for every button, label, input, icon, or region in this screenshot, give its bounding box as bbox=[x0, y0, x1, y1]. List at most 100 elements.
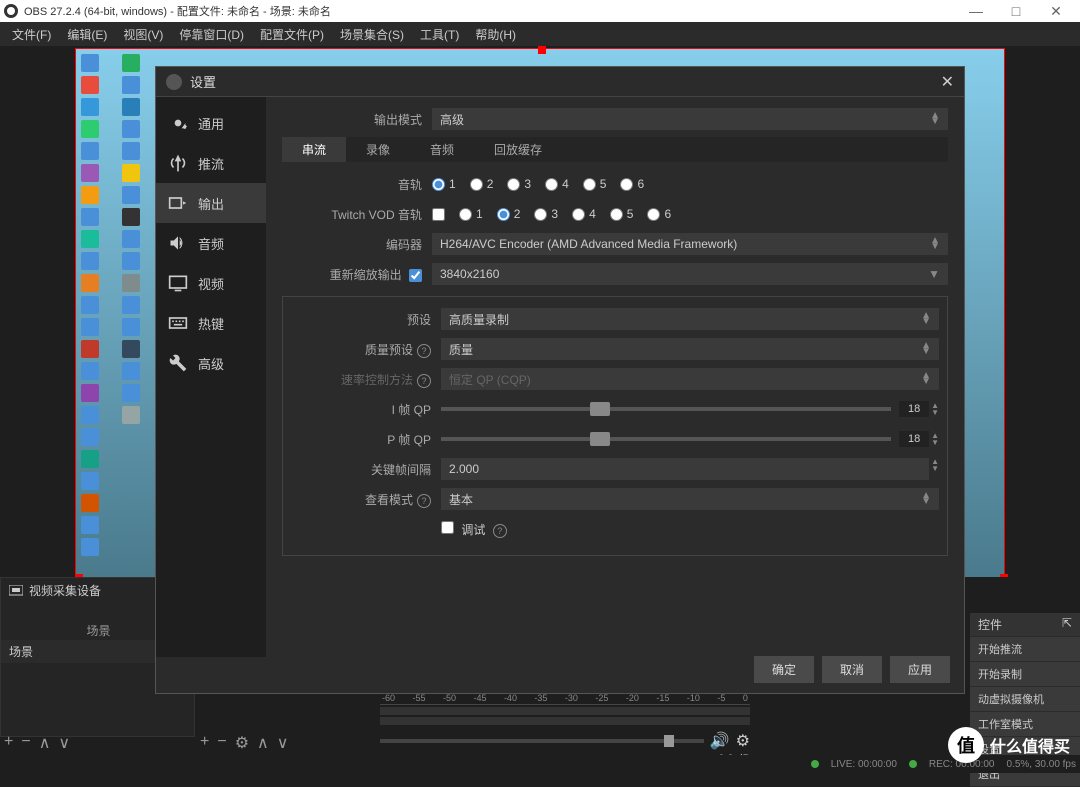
tab-recording[interactable]: 录像 bbox=[346, 137, 410, 162]
iframe-qp-label: I 帧 QP bbox=[291, 401, 441, 418]
audio-settings-icon[interactable]: ⚙ bbox=[736, 731, 750, 751]
source-toolbar: + − ⚙ ∧ ∨ bbox=[200, 733, 288, 753]
resize-handle[interactable] bbox=[538, 46, 546, 54]
track-radio-3[interactable]: 3 bbox=[507, 177, 531, 191]
menu-dock[interactable]: 停靠窗口(D) bbox=[171, 26, 252, 43]
scene-down-button[interactable]: ∨ bbox=[58, 733, 70, 753]
help-icon[interactable]: ? bbox=[493, 524, 507, 538]
tab-streaming[interactable]: 串流 bbox=[282, 137, 346, 162]
output-tabs: 串流 录像 音频 回放缓存 bbox=[282, 137, 948, 162]
track-radio-6[interactable]: 6 bbox=[620, 177, 644, 191]
audio-track-label: 音轨 bbox=[282, 176, 432, 193]
tab-replay-buffer[interactable]: 回放缓存 bbox=[474, 137, 562, 162]
add-scene-button[interactable]: + bbox=[4, 733, 13, 753]
output-mode-label: 输出模式 bbox=[282, 111, 432, 128]
sidebar-item-general[interactable]: 通用 bbox=[156, 103, 266, 143]
help-icon[interactable]: ? bbox=[417, 344, 431, 358]
track-radio-5[interactable]: 5 bbox=[583, 177, 607, 191]
preset-select[interactable]: 高质量录制 ▲▼ bbox=[441, 308, 939, 330]
spinner-arrows[interactable]: ▲▼ bbox=[931, 402, 939, 416]
pframe-qp-slider[interactable] bbox=[441, 437, 891, 441]
vod-radio-3[interactable]: 3 bbox=[534, 207, 558, 221]
live-time: LIVE: 00:00:00 bbox=[831, 759, 897, 770]
iframe-qp-value[interactable]: 18 bbox=[899, 401, 929, 417]
watermark-text: 什么值得买 bbox=[990, 733, 1070, 757]
vod-radio-6[interactable]: 6 bbox=[647, 207, 671, 221]
pframe-qp-value[interactable]: 18 bbox=[899, 431, 929, 447]
encoder-select[interactable]: H264/AVC Encoder (AMD Advanced Media Fra… bbox=[432, 233, 948, 255]
scene-up-button[interactable]: ∧ bbox=[39, 733, 51, 753]
output-mode-select[interactable]: 高级 ▲▼ bbox=[432, 108, 948, 130]
twitch-vod-checkbox[interactable] bbox=[432, 208, 445, 221]
obs-icon bbox=[166, 74, 182, 90]
virtual-camera-button[interactable]: 动虚拟摄像机 bbox=[970, 687, 1080, 711]
rescale-label: 重新缩放输出 bbox=[282, 266, 432, 283]
remove-scene-button[interactable]: − bbox=[21, 733, 30, 753]
settings-dialog: 设置 ✕ 通用 推流 输出 音频 视频 bbox=[155, 66, 965, 694]
menu-file[interactable]: 文件(F) bbox=[4, 26, 59, 43]
vod-radio-5[interactable]: 5 bbox=[610, 207, 634, 221]
sidebar-item-hotkeys[interactable]: 热键 bbox=[156, 303, 266, 343]
spinner-arrows[interactable]: ▲▼ bbox=[931, 432, 939, 446]
maximize-button[interactable]: □ bbox=[996, 0, 1036, 22]
view-mode-select[interactable]: 基本 ▲▼ bbox=[441, 488, 939, 510]
menu-profile[interactable]: 配置文件(P) bbox=[252, 26, 332, 43]
menu-edit[interactable]: 编辑(E) bbox=[59, 26, 115, 43]
watermark-icon: 值 bbox=[948, 727, 984, 763]
close-window-button[interactable]: ✕ bbox=[1036, 0, 1076, 22]
undock-icon[interactable]: ⇱ bbox=[1062, 616, 1072, 633]
obs-icon bbox=[4, 4, 18, 18]
track-radio-2[interactable]: 2 bbox=[470, 177, 494, 191]
vod-radio-1[interactable]: 1 bbox=[459, 207, 483, 221]
rate-control-label: 速率控制方法? bbox=[291, 371, 441, 388]
vod-radio-2[interactable]: 2 bbox=[497, 207, 521, 221]
apply-button[interactable]: 应用 bbox=[890, 656, 950, 683]
sidebar-item-audio[interactable]: 音频 bbox=[156, 223, 266, 263]
tab-audio[interactable]: 音频 bbox=[410, 137, 474, 162]
track-radio-4[interactable]: 4 bbox=[545, 177, 569, 191]
iframe-qp-slider[interactable] bbox=[441, 407, 891, 411]
twitch-vod-radios: 1 2 3 4 5 6 bbox=[432, 207, 948, 221]
source-down-button[interactable]: ∨ bbox=[277, 733, 289, 753]
remove-source-button[interactable]: − bbox=[217, 733, 226, 753]
preset-label: 预设 bbox=[291, 311, 441, 328]
ok-button[interactable]: 确定 bbox=[754, 656, 814, 683]
desktop-thumbnail bbox=[80, 53, 160, 573]
rescale-checkbox[interactable] bbox=[409, 269, 422, 282]
quality-preset-select[interactable]: 质量 ▲▼ bbox=[441, 338, 939, 360]
debug-checkbox[interactable] bbox=[441, 521, 454, 534]
menu-help[interactable]: 帮助(H) bbox=[467, 26, 524, 43]
monitor-icon bbox=[168, 273, 188, 293]
minimize-button[interactable]: — bbox=[956, 0, 996, 22]
menu-view[interactable]: 视图(V) bbox=[115, 26, 171, 43]
menu-scene-collection[interactable]: 场景集合(S) bbox=[332, 26, 412, 43]
help-icon[interactable]: ? bbox=[417, 494, 431, 508]
track-radio-1[interactable]: 1 bbox=[432, 177, 456, 191]
start-streaming-button[interactable]: 开始推流 bbox=[970, 637, 1080, 661]
speaker-icon[interactable]: 🔊 bbox=[710, 731, 730, 751]
spinner-arrows[interactable]: ▲▼ bbox=[931, 458, 939, 480]
close-dialog-button[interactable]: ✕ bbox=[941, 72, 954, 92]
sidebar-item-stream[interactable]: 推流 bbox=[156, 143, 266, 183]
keyframe-input[interactable] bbox=[441, 458, 929, 480]
sidebar-item-video[interactable]: 视频 bbox=[156, 263, 266, 303]
vod-radio-4[interactable]: 4 bbox=[572, 207, 596, 221]
keyboard-icon bbox=[168, 313, 188, 333]
volume-slider[interactable] bbox=[380, 739, 704, 743]
source-up-button[interactable]: ∧ bbox=[257, 733, 269, 753]
source-settings-button[interactable]: ⚙ bbox=[235, 733, 249, 753]
dialog-title: 设置 bbox=[190, 72, 216, 91]
cancel-button[interactable]: 取消 bbox=[822, 656, 882, 683]
sidebar-item-output[interactable]: 输出 bbox=[156, 183, 266, 223]
view-mode-label: 查看模式? bbox=[291, 491, 441, 508]
sidebar-item-advanced[interactable]: 高级 bbox=[156, 343, 266, 383]
audio-mixer: -60-55-50 -45-40-35 -30-25-20 -15-10-5 0… bbox=[380, 693, 750, 753]
add-source-button[interactable]: + bbox=[200, 733, 209, 753]
menubar: 文件(F) 编辑(E) 视图(V) 停靠窗口(D) 配置文件(P) 场景集合(S… bbox=[0, 22, 1080, 46]
menu-tools[interactable]: 工具(T) bbox=[412, 26, 467, 43]
start-recording-button[interactable]: 开始录制 bbox=[970, 662, 1080, 686]
window-title: OBS 27.2.4 (64-bit, windows) - 配置文件: 未命名… bbox=[24, 3, 331, 19]
keyframe-label: 关键帧间隔 bbox=[291, 461, 441, 478]
rescale-select[interactable]: 3840x2160 ▼ bbox=[432, 263, 948, 285]
scene-toolbar: + − ∧ ∨ bbox=[4, 733, 70, 753]
